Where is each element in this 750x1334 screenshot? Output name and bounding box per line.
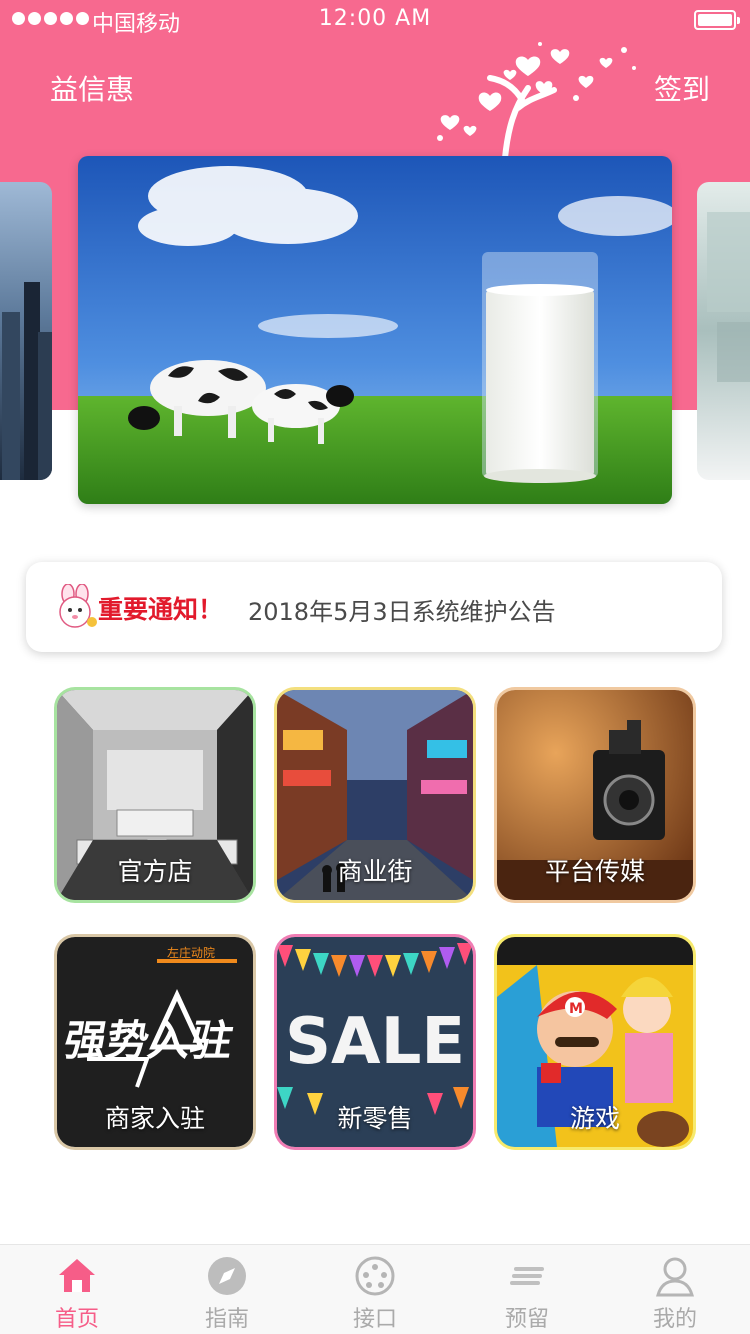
rabbit-mascot-icon (59, 584, 97, 628)
grid-item-official-store[interactable]: 官方店 (57, 690, 253, 900)
city-skyline-image (2, 282, 52, 480)
grid-item-label: 新零售 (337, 1104, 413, 1133)
svg-text:左庄动院: 左庄动院 (167, 945, 215, 960)
notice-tag: 重要通知！ (98, 595, 224, 624)
grid-item-platform-media[interactable]: 平台传媒 (497, 690, 693, 900)
tab-label: 我的 (652, 1307, 697, 1332)
app-title: 益信惠 (50, 73, 135, 106)
carousel-next-slide[interactable] (697, 182, 750, 480)
tab-mine[interactable]: 我的 (600, 1245, 750, 1334)
grid-item-new-retail[interactable]: SALE 新零售 (277, 937, 473, 1147)
status-time: 12:00 AM (318, 6, 432, 31)
tab-guide[interactable]: 指南 (152, 1245, 302, 1334)
lines-icon (510, 1267, 544, 1285)
grid-item-label: 官方店 (117, 857, 193, 886)
home-icon (59, 1259, 95, 1292)
user-icon (656, 1257, 694, 1297)
tab-reserved[interactable]: 预留 (452, 1245, 602, 1334)
grid-item-label: 平台传媒 (544, 857, 645, 886)
notice-text: 2018年5月3日系统维护公告 (248, 598, 556, 626)
grid-item-label: 商家入驻 (104, 1104, 205, 1133)
tab-label: 接口 (352, 1307, 397, 1332)
milk-cows-banner-image (78, 156, 672, 504)
grid-item-merchant-join[interactable]: 左庄动院 强势入驻 商家入驻 (57, 937, 253, 1147)
port-icon (355, 1256, 395, 1296)
grid-item-game[interactable]: M 游戏 (497, 937, 693, 1147)
tab-label: 首页 (54, 1307, 99, 1332)
bottom-tab-bar: 首页 指南 接口 预留 我的 (0, 1244, 750, 1334)
grid-item-label: 商业街 (337, 857, 413, 886)
sale-art-text: SALE (285, 1005, 465, 1079)
status-bar: 中国移动 12:00 AM (0, 0, 750, 40)
compass-icon (208, 1257, 246, 1295)
tab-label: 指南 (204, 1307, 249, 1332)
checkin-button[interactable]: 签到 (654, 68, 710, 108)
battery-icon (694, 10, 740, 30)
svg-text:M: M (569, 1001, 583, 1017)
tab-label: 预留 (504, 1307, 549, 1332)
carousel-banner[interactable] (78, 156, 672, 504)
grid-item-commercial-street[interactable]: 商业街 (277, 690, 473, 900)
partial-banner-image (707, 212, 750, 382)
carousel-prev-slide[interactable] (0, 182, 52, 480)
tab-port[interactable]: 接口 (300, 1245, 450, 1334)
grid-item-label: 游戏 (569, 1104, 620, 1133)
tab-home[interactable]: 首页 (2, 1245, 152, 1334)
heart-tree-decoration-icon (437, 42, 636, 158)
notice-bar[interactable]: 重要通知！ 2018年5月3日系统维护公告 (26, 562, 722, 652)
